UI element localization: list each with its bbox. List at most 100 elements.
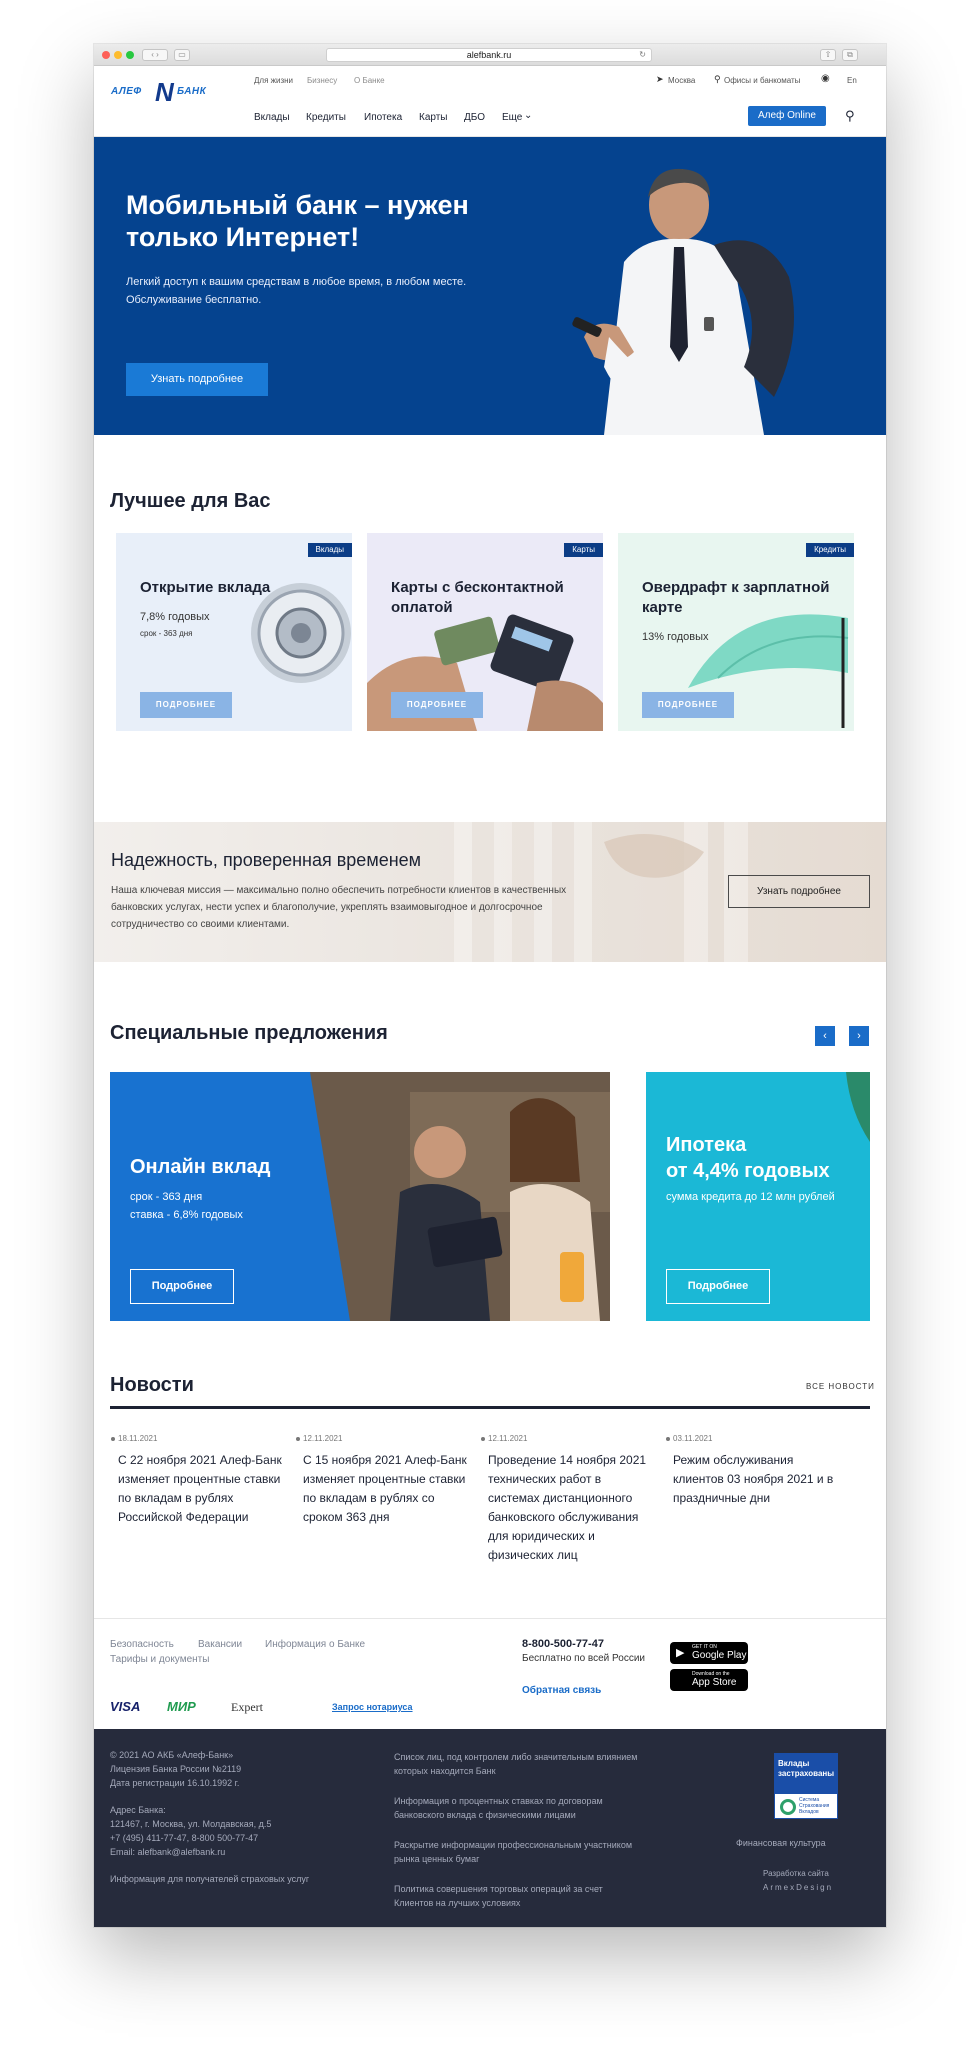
nav-mortgage[interactable]: Ипотека xyxy=(364,112,402,123)
footer-link-security[interactable]: Безопасность xyxy=(110,1639,174,1650)
insurance-info-link[interactable]: Информация для получателей страховых усл… xyxy=(110,1874,309,1884)
reliability-more-button[interactable]: Узнать подробнее xyxy=(728,875,870,908)
best-section-title: Лучшее для Вас xyxy=(110,490,271,512)
news-date: 03.11.2021 xyxy=(665,1434,713,1443)
card-more-button[interactable]: ПОДРОБНЕЕ xyxy=(391,692,483,718)
all-news-link[interactable]: ВСЕ НОВОСТИ xyxy=(806,1382,875,1391)
interest-rates-link[interactable]: Информация о процентных ставках по догов… xyxy=(394,1794,644,1822)
card-more-button[interactable]: ПОДРОБНЕЕ xyxy=(642,692,734,718)
google-play-badge[interactable]: ▶ GET IT ON Google Play xyxy=(670,1642,748,1664)
offer-title-line2: от 4,4% годовых xyxy=(666,1160,830,1182)
deposits-insured-badge[interactable]: Вклады застрахованы Система Страхования … xyxy=(774,1753,838,1819)
minimize-dot[interactable] xyxy=(114,51,122,59)
news-date: 12.11.2021 xyxy=(480,1434,528,1443)
news-text[interactable]: С 15 ноября 2021 Алеф-Банк изменяет проц… xyxy=(303,1451,468,1527)
news-divider xyxy=(110,1406,870,1409)
link-city[interactable]: Москва xyxy=(668,76,695,85)
tag-cards: Карты xyxy=(564,543,603,557)
feedback-link[interactable]: Обратная связь xyxy=(522,1685,601,1696)
hero-banner: Мобильный банк – нужен только Интернет! … xyxy=(94,137,886,435)
app-store-badge[interactable]: Download on the App Store xyxy=(670,1669,748,1691)
offer-mortgage[interactable]: Ипотека от 4,4% годовых сумма кредита до… xyxy=(646,1072,870,1321)
sidebar-icon[interactable]: ▭ xyxy=(174,49,190,61)
footer-phone[interactable]: 8-800-500-77-47 xyxy=(522,1638,604,1650)
controlling-persons-link[interactable]: Список лиц, под контролем либо значитель… xyxy=(394,1750,644,1778)
pin-icon: ⚲ xyxy=(714,74,721,84)
dis-text: Система Страхования Вкладов xyxy=(799,1797,830,1815)
footer-link-tariffs[interactable]: Тарифы и документы xyxy=(110,1654,209,1665)
link-business[interactable]: Бизнесу xyxy=(307,76,337,85)
copyright: © 2021 АО АКБ «Алеф-Банк» xyxy=(110,1750,234,1760)
link-language[interactable]: En xyxy=(847,76,857,85)
offer-amount: сумма кредита до 12 млн рублей xyxy=(666,1191,835,1203)
link-for-life[interactable]: Для жизни xyxy=(254,76,293,85)
logo-mark: N xyxy=(155,77,174,107)
eye-icon[interactable]: ◉ xyxy=(821,73,830,84)
news-text[interactable]: С 22 ноября 2021 Алеф-Банк изменяет проц… xyxy=(118,1451,283,1527)
card-more-button[interactable]: ПОДРОБНЕЕ xyxy=(140,692,232,718)
offer-term: срок - 363 дня xyxy=(130,1191,203,1203)
insured-title: Вклады застрахованы xyxy=(774,1753,838,1793)
close-dot[interactable] xyxy=(102,51,110,59)
card-title: Открытие вклада xyxy=(140,579,271,596)
maximize-dot[interactable] xyxy=(126,51,134,59)
offer-more-button[interactable]: Подробнее xyxy=(130,1269,234,1304)
play-icon: ▶ xyxy=(676,1647,685,1659)
chevron-left-icon[interactable]: ‹ xyxy=(815,1026,835,1046)
news-section-title: Новости xyxy=(110,1374,194,1396)
nav-dbo[interactable]: ДБО xyxy=(464,112,485,123)
tabs-icon[interactable]: ⧉ xyxy=(842,49,858,61)
nav-more[interactable]: Еще xyxy=(502,112,522,123)
offer-more-button[interactable]: Подробнее xyxy=(666,1269,770,1304)
card-title: Карты с бесконтактной оплатой xyxy=(391,579,564,616)
product-card-credits[interactable]: Кредиты Овердрафт к зарплатной карте 13%… xyxy=(618,533,854,731)
securities-disclosure-link[interactable]: Раскрытие информации профессиональным уч… xyxy=(394,1838,644,1866)
logo-right: БАНК xyxy=(177,86,207,97)
visa-logo: VISA xyxy=(110,1699,141,1714)
developer-link[interactable]: ArmexDesign xyxy=(763,1883,833,1892)
hero-text: Легкий доступ к вашим средствам в любое … xyxy=(126,276,467,306)
reliability-title: Надежность, проверенная временем xyxy=(111,850,422,870)
back-forward-icon[interactable]: ‹ › xyxy=(142,49,168,61)
card-rate: 7,8% годовых xyxy=(140,611,210,623)
apple-big: App Store xyxy=(692,1677,737,1688)
nav-credits[interactable]: Кредиты xyxy=(306,112,346,123)
card-term: срок - 363 дня xyxy=(140,629,193,638)
footer-link-vacancies[interactable]: Вакансии xyxy=(198,1639,242,1650)
license: Лицензия Банка России №2119 xyxy=(110,1764,242,1774)
footer-link-info[interactable]: Информация о Банке xyxy=(265,1639,365,1650)
chevron-down-icon[interactable]: ⌄ xyxy=(524,110,532,121)
expert-logo: Expert xyxy=(231,1700,263,1714)
offer-online-deposit[interactable]: Онлайн вклад срок - 363 дня ставка - 6,8… xyxy=(110,1072,610,1321)
reload-icon[interactable]: ↻ xyxy=(639,49,646,61)
notary-request-link[interactable]: Запрос нотариуса xyxy=(332,1702,413,1712)
product-card-deposit[interactable]: Вклады Открытие вклада 7,8% годовых срок… xyxy=(116,533,352,731)
browser-toolbar: ‹ › ▭ alefbank.ru ↻ ⇧ ⧉ xyxy=(94,44,886,66)
dis-logo-icon xyxy=(780,1799,796,1815)
phones: +7 (495) 411-77-47, 8-800 500-77-47 xyxy=(110,1833,259,1843)
logo[interactable]: АЛЕФ N БАНК xyxy=(111,77,223,107)
nav-cards[interactable]: Карты xyxy=(419,112,448,123)
link-about[interactable]: О Банке xyxy=(354,76,385,85)
nav-deposits[interactable]: Вклады xyxy=(254,112,290,123)
news-text[interactable]: Режим обслуживания клиентов 03 ноября 20… xyxy=(673,1451,838,1508)
google-big: Google Play xyxy=(692,1650,747,1661)
tag-deposits: Вклады xyxy=(307,543,352,557)
reliability-banner: Надежность, проверенная временем Наша кл… xyxy=(94,822,886,962)
share-icon[interactable]: ⇧ xyxy=(820,49,836,61)
address-bar[interactable]: alefbank.ru ↻ xyxy=(326,48,652,62)
alef-online-button[interactable]: Алеф Online xyxy=(748,106,826,126)
trading-policy-link[interactable]: Политика совершения торговых операций за… xyxy=(394,1882,644,1910)
product-card-cards[interactable]: Карты Карты с бесконтактной оплатой ПОДР… xyxy=(367,533,603,731)
search-icon[interactable]: ⚲ xyxy=(845,108,855,124)
tag-credits: Кредиты xyxy=(806,543,854,557)
chevron-right-icon[interactable]: › xyxy=(849,1026,869,1046)
financial-culture-link[interactable]: Финансовая культура xyxy=(736,1838,826,1848)
logo-left: АЛЕФ xyxy=(111,86,142,97)
address-label: Адрес Банка: xyxy=(110,1805,166,1815)
news-text[interactable]: Проведение 14 ноября 2021 технических ра… xyxy=(488,1451,653,1565)
link-offices[interactable]: Офисы и банкоматы xyxy=(724,76,800,85)
businessman-photo xyxy=(572,168,794,435)
hero-more-button[interactable]: Узнать подробнее xyxy=(126,363,268,396)
news-date: 12.11.2021 xyxy=(295,1434,343,1443)
